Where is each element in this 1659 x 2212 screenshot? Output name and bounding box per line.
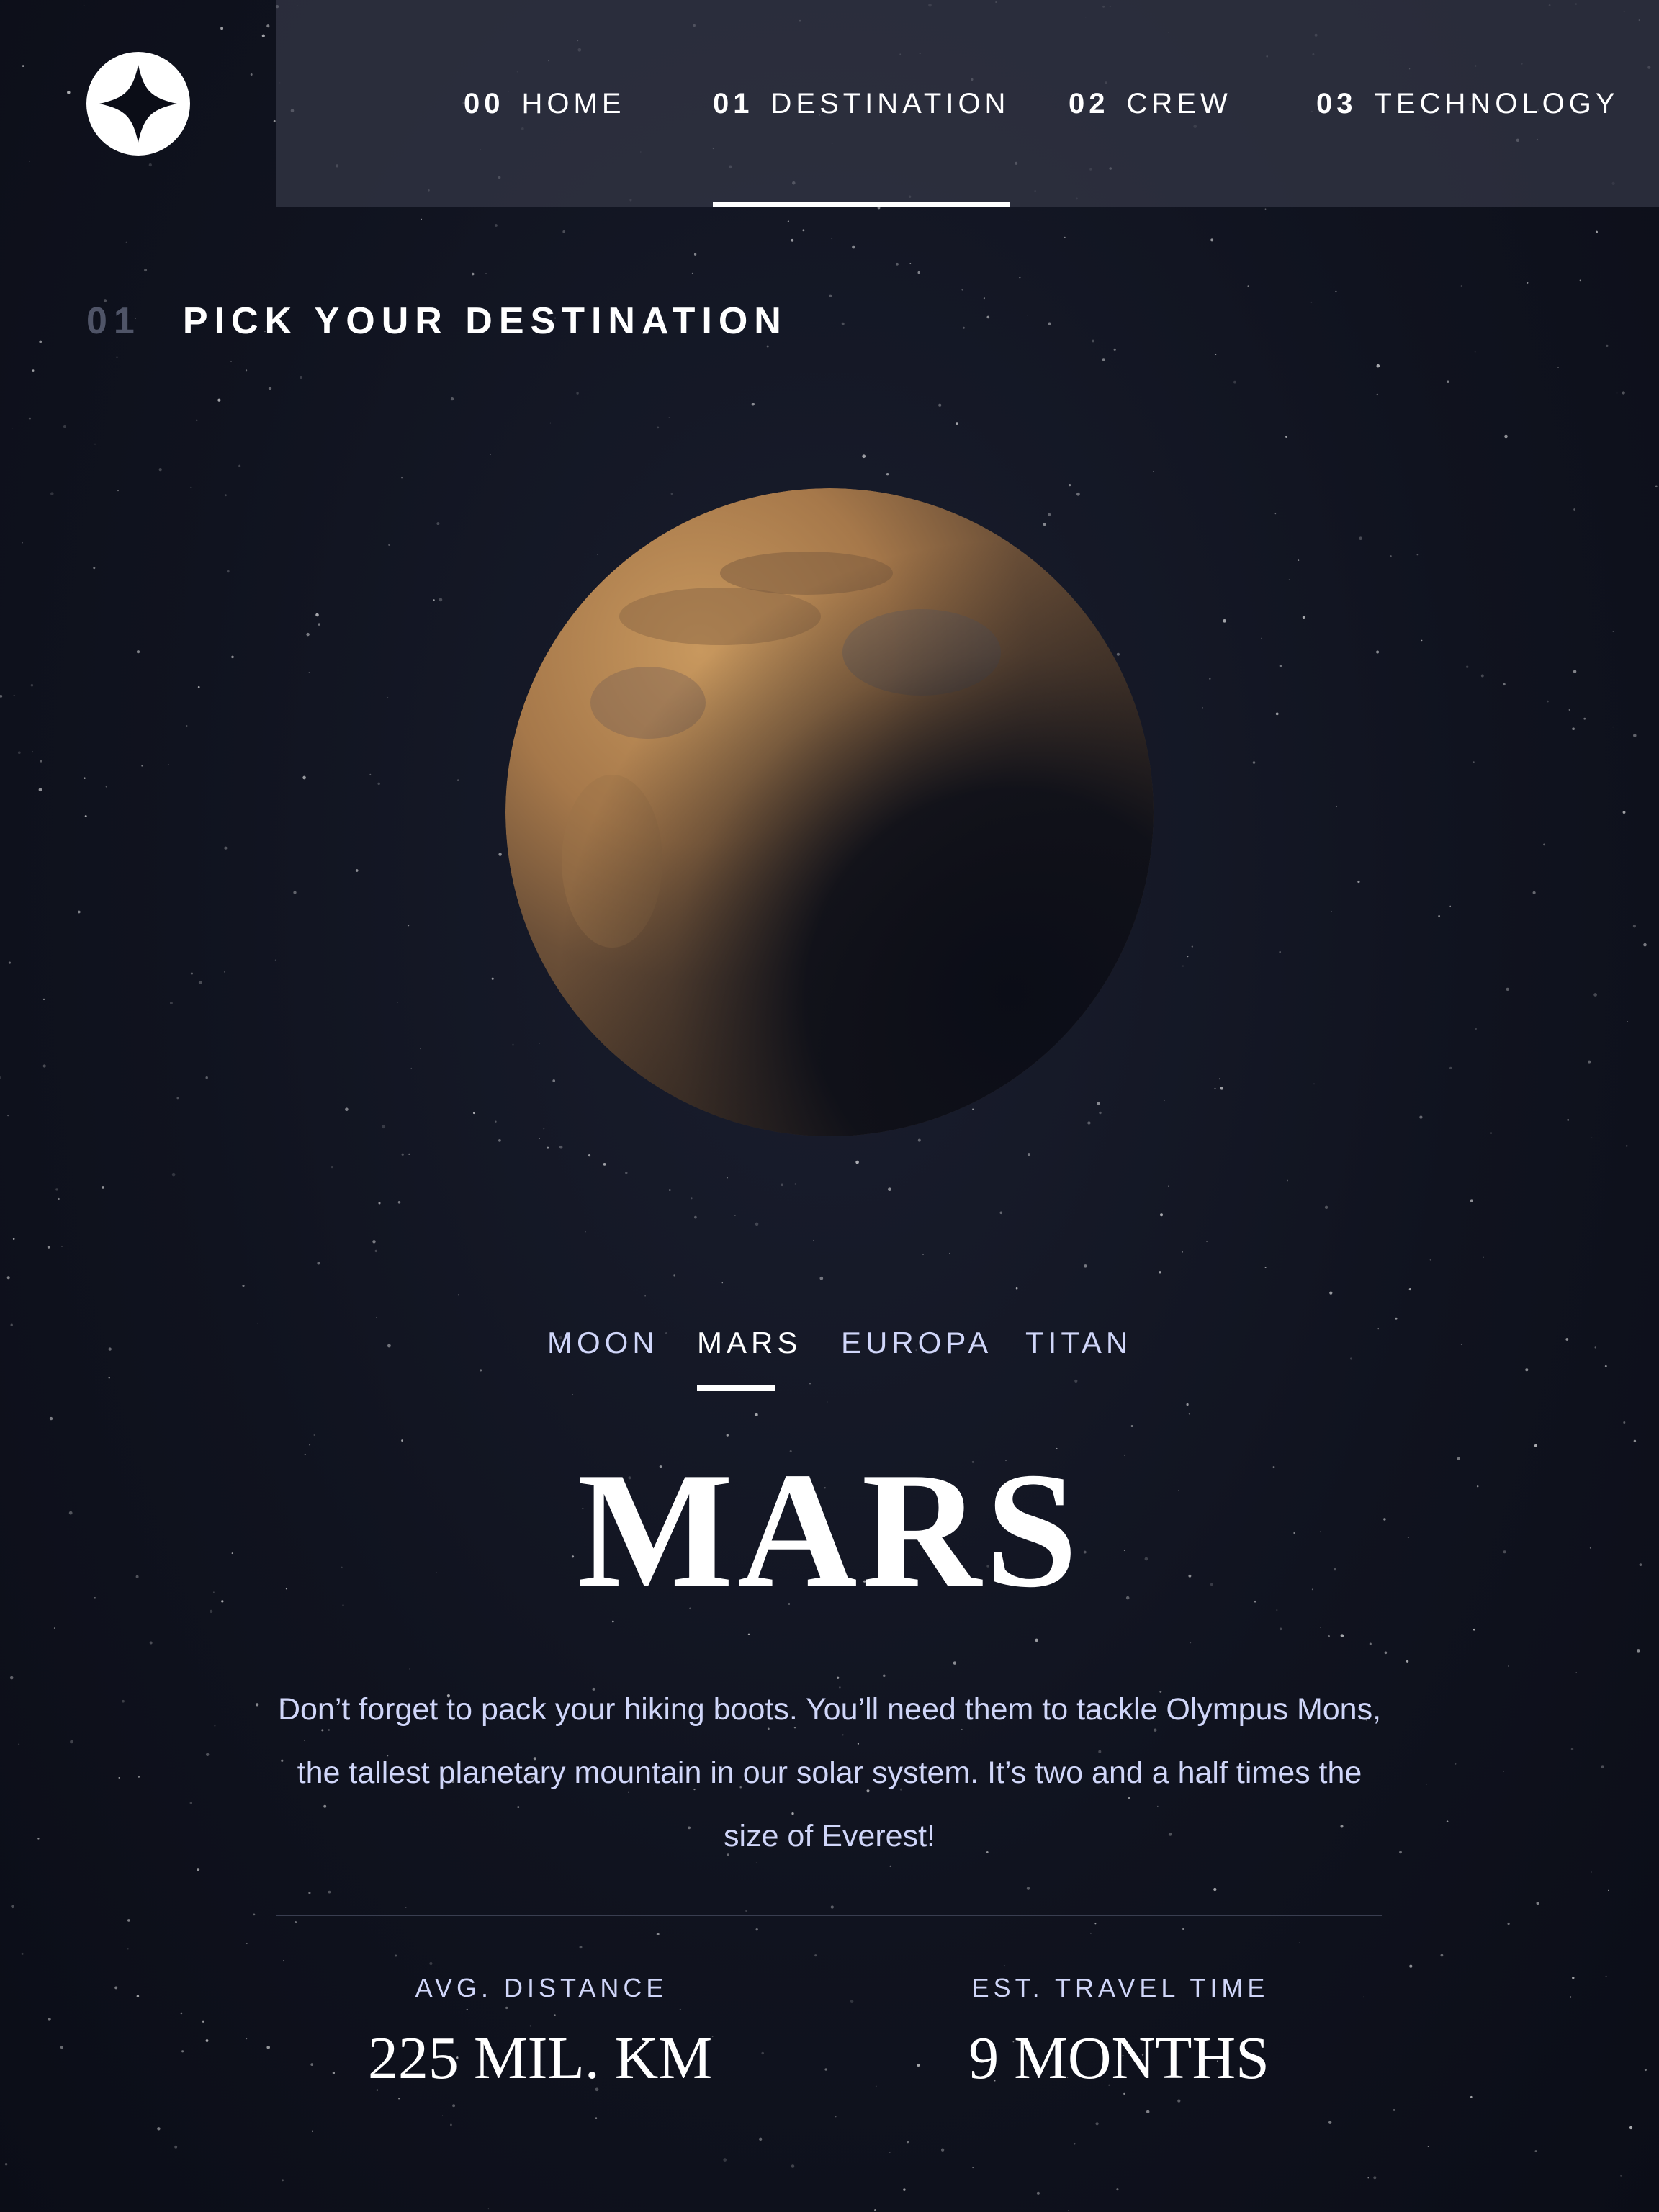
nav-item-crew[interactable]: 02 CREW: [1069, 0, 1232, 207]
nav-item-label: TECHNOLOGY: [1374, 87, 1619, 120]
nav-item-number: 02: [1069, 87, 1110, 120]
nav-item-label: DESTINATION: [770, 87, 1010, 120]
avg-distance-value: 225 MIL. KM: [367, 2025, 713, 2092]
nav-item-number: 00: [464, 87, 505, 120]
tab-europa[interactable]: EUROPA: [841, 1318, 988, 1390]
nav-item-number: 03: [1316, 87, 1357, 120]
nav-item-technology[interactable]: 03 TECHNOLOGY: [1316, 0, 1619, 207]
page-heading-text: PICK YOUR DESTINATION: [182, 300, 788, 342]
tab-mars[interactable]: MARS: [697, 1318, 797, 1391]
travel-time-value: 9 MONTHS: [968, 2025, 1269, 2092]
nav-item-home[interactable]: 00 HOME: [464, 0, 626, 207]
logo-star-icon[interactable]: [86, 52, 190, 156]
travel-time-label: EST. TRAVEL TIME: [971, 1973, 1269, 2002]
nav-item-label: CREW: [1126, 87, 1232, 120]
page-heading: 01 PICK YOUR DESTINATION: [86, 295, 788, 347]
avg-distance-label: AVG. DISTANCE: [415, 1973, 668, 2002]
divider: [276, 1915, 1382, 1916]
tab-moon[interactable]: MOON: [547, 1318, 655, 1390]
tab-titan[interactable]: TITAN: [1025, 1318, 1128, 1390]
destination-description: Don’t forget to pack your hiking boots. …: [277, 1692, 1382, 1853]
primary-navigation: 00 HOME 01 DESTINATION 02 CREW 03 TECHNO…: [276, 0, 1659, 207]
nav-item-number: 01: [713, 87, 754, 120]
page-heading-number: 01: [86, 300, 141, 342]
destination-title: MARS: [577, 1438, 1082, 1622]
mars-planet-image: [505, 488, 1154, 1136]
nav-item-label: HOME: [521, 87, 626, 120]
nav-item-destination[interactable]: 01 DESTINATION: [713, 0, 1010, 207]
